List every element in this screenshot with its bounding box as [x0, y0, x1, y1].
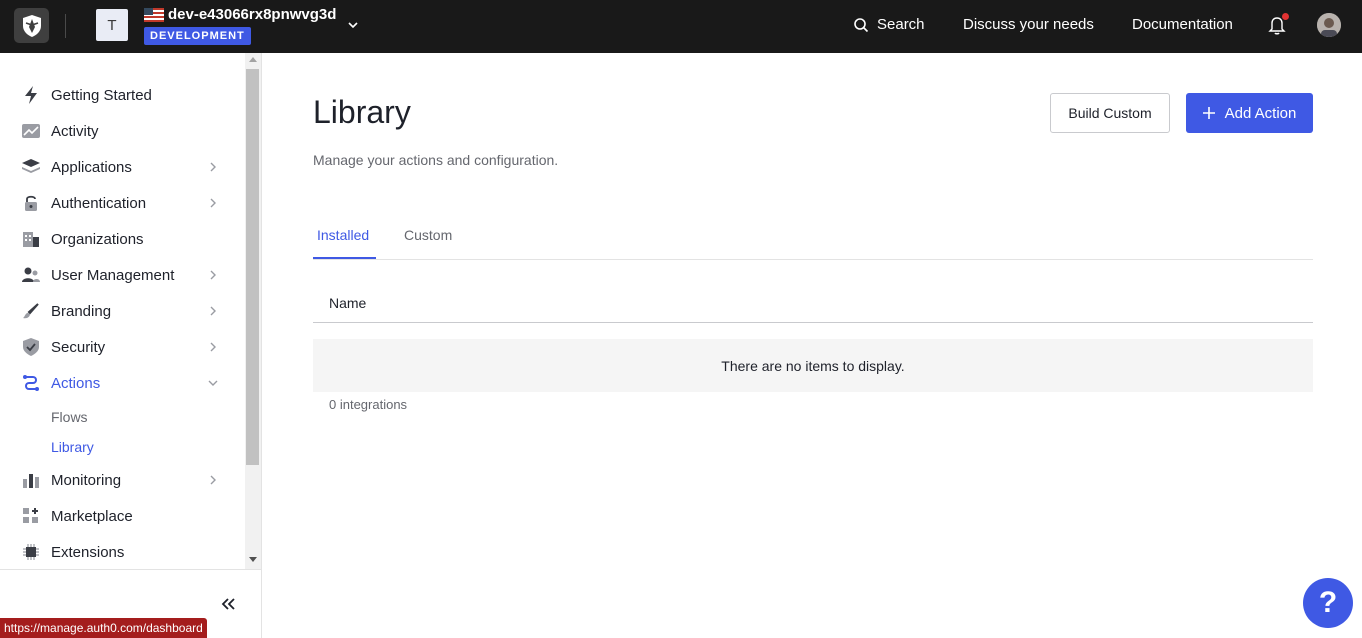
sidebar-item-label: User Management — [51, 266, 175, 284]
chip-icon — [22, 543, 40, 561]
sidebar-item-activity[interactable]: Activity — [0, 113, 245, 149]
sidebar-item-authentication[interactable]: Authentication — [0, 185, 245, 221]
sidebar-item-security[interactable]: Security — [0, 329, 245, 365]
us-flag-icon — [144, 7, 164, 22]
bolt-icon — [22, 86, 40, 104]
build-custom-button[interactable]: Build Custom — [1050, 93, 1170, 133]
page-title: Library — [313, 94, 411, 130]
lock-icon — [22, 194, 40, 212]
plus-icon — [1202, 107, 1215, 119]
scroll-down-arrow-icon[interactable] — [249, 557, 257, 562]
sidebar: Getting Started Activity Applications Au… — [0, 53, 262, 638]
chevron-right-icon — [210, 306, 216, 316]
add-action-label: Add Action — [1224, 104, 1297, 122]
bar-chart-icon — [22, 471, 40, 489]
auth0-logo-icon[interactable] — [14, 8, 49, 43]
column-header-name[interactable]: Name — [329, 295, 366, 311]
sidebar-item-user-management[interactable]: User Management — [0, 257, 245, 293]
tenant-selector[interactable]: dev-e43066rx8pnwvg3d — [144, 6, 336, 23]
sidebar-item-applications[interactable]: Applications — [0, 149, 245, 185]
active-tab-indicator — [313, 257, 376, 259]
scrollbar-thumb[interactable] — [246, 69, 259, 465]
sidebar-item-getting-started[interactable]: Getting Started — [0, 77, 245, 113]
sidebar-item-label: Applications — [51, 158, 132, 176]
shield-icon — [22, 338, 40, 356]
sidebar-item-label: Security — [51, 338, 106, 356]
search-label: Search — [877, 16, 925, 33]
search-button[interactable]: Search — [853, 16, 925, 33]
topbar-divider — [65, 14, 66, 38]
chevron-down-icon — [208, 380, 218, 386]
building-icon — [22, 230, 40, 248]
tenant-name: dev-e43066rx8pnwvg3d — [168, 6, 337, 23]
documentation-link[interactable]: Documentation — [1132, 16, 1233, 33]
main-content: Library Manage your actions and configur… — [262, 53, 1362, 638]
sidebar-item-label: Branding — [51, 302, 112, 320]
page-subtitle: Manage your actions and configuration. — [313, 152, 559, 168]
add-action-button[interactable]: Add Action — [1186, 93, 1313, 133]
chevron-right-icon — [210, 162, 216, 172]
tabs: Installed Custom — [313, 214, 1313, 260]
chevron-right-icon — [210, 270, 216, 280]
search-icon — [854, 17, 869, 32]
sidebar-item-label: Actions — [51, 374, 101, 392]
sidebar-subitem-flows[interactable]: Flows — [51, 409, 88, 425]
sidebar-item-marketplace[interactable]: Marketplace — [0, 498, 245, 534]
sidebar-item-organizations[interactable]: Organizations — [0, 221, 245, 257]
sidebar-divider — [0, 569, 261, 570]
top-navigation-bar: T dev-e43066rx8pnwvg3d DEVELOPMENT Searc… — [0, 0, 1362, 53]
chevron-right-icon — [210, 475, 216, 485]
sidebar-item-label: Organizations — [51, 230, 144, 248]
status-bar-url: https://manage.auth0.com/dashboard — [0, 618, 207, 638]
sidebar-item-actions[interactable]: Actions — [0, 365, 245, 401]
scroll-up-arrow-icon[interactable] — [249, 57, 257, 62]
grid-plus-icon — [22, 507, 40, 525]
integration-count: 0 integrations — [329, 397, 408, 412]
chevron-right-icon — [210, 198, 216, 208]
users-icon — [22, 266, 40, 284]
tab-installed[interactable]: Installed — [317, 227, 369, 243]
sidebar-item-extensions[interactable]: Extensions — [0, 534, 245, 569]
help-button[interactable]: ? — [1303, 578, 1353, 628]
environment-badge: DEVELOPMENT — [144, 27, 251, 45]
sidebar-item-monitoring[interactable]: Monitoring — [0, 462, 245, 498]
sidebar-item-label: Extensions — [51, 543, 125, 561]
actions-icon — [22, 374, 40, 392]
tenant-avatar[interactable]: T — [96, 9, 128, 41]
chevron-down-icon[interactable] — [345, 17, 361, 33]
sidebar-item-label: Authentication — [51, 194, 147, 212]
tab-custom[interactable]: Custom — [404, 227, 452, 243]
sidebar-item-label: Getting Started — [51, 86, 152, 104]
notification-dot — [1282, 13, 1289, 20]
layers-icon — [22, 158, 40, 176]
user-avatar[interactable] — [1317, 13, 1341, 37]
brush-icon — [22, 302, 40, 320]
empty-state-row: There are no items to display. — [313, 339, 1313, 392]
sidebar-item-label: Marketplace — [51, 507, 133, 525]
sidebar-item-branding[interactable]: Branding — [0, 293, 245, 329]
chevron-right-icon — [210, 342, 216, 352]
discuss-needs-link[interactable]: Discuss your needs — [963, 16, 1094, 33]
sidebar-subitem-library[interactable]: Library — [51, 439, 94, 455]
table-header: Name — [313, 261, 1313, 323]
sidebar-item-label: Monitoring — [51, 471, 122, 489]
activity-chart-icon — [22, 122, 40, 140]
collapse-sidebar-icon[interactable] — [218, 594, 238, 614]
sidebar-nav: Getting Started Activity Applications Au… — [0, 53, 245, 569]
sidebar-scrollbar[interactable] — [245, 53, 261, 569]
sidebar-item-label: Activity — [51, 122, 99, 140]
